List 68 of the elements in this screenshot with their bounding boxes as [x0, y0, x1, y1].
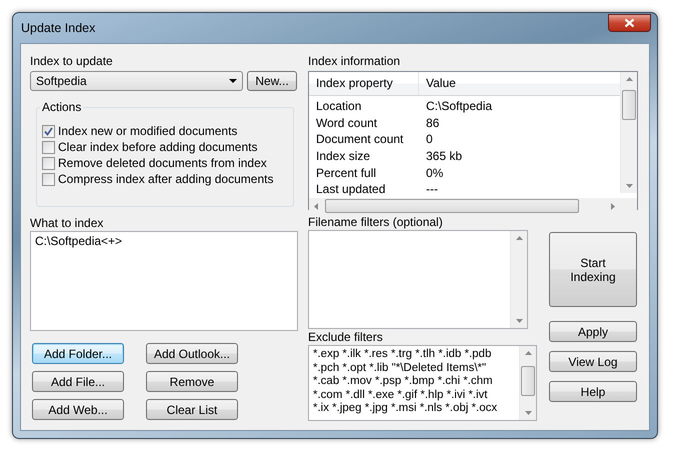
action-button[interactable]: Add File...: [32, 371, 124, 392]
action-button[interactable]: Clear List: [146, 399, 238, 420]
action-button[interactable]: Start Indexing: [549, 232, 637, 307]
table-cell-text: 0%: [425, 164, 444, 182]
action-button[interactable]: Apply: [549, 321, 637, 342]
field-label: Index to update: [30, 54, 114, 69]
checkbox-label: Compress index after adding documents: [58, 172, 274, 186]
up-arrow-icon: [516, 236, 522, 240]
table-cell-text: Document count: [315, 131, 404, 148]
table-cell-text: Word count: [315, 114, 378, 132]
new-button[interactable]: New...: [247, 71, 297, 91]
filter-text: *.ix *.jpeg *.jpg *.msi *.nls *.obj *.ocx: [313, 402, 498, 416]
down-arrow-icon: [524, 411, 532, 415]
checkbox[interactable]: [42, 124, 55, 138]
vertical-scrollbar[interactable]: [519, 346, 536, 420]
close-icon: [624, 18, 635, 28]
checkbox-label: Index new or modified documents: [58, 124, 238, 138]
table-cell-text: Index size: [315, 148, 372, 165]
down-arrow-icon: [626, 184, 632, 188]
action-button[interactable]: Add Folder...: [32, 343, 124, 364]
table-cell-text: ---: [425, 181, 438, 198]
action-button[interactable]: Add Outlook...: [146, 343, 238, 364]
vertical-scrollbar[interactable]: [620, 72, 637, 193]
column-header[interactable]: Index property: [309, 72, 419, 95]
table-cell-text: Last updated: [315, 181, 386, 198]
up-arrow-icon: [524, 351, 532, 355]
table-cell-text: C:\Softpedia: [425, 98, 492, 115]
right-arrow-icon: [611, 203, 615, 210]
window-title: Update Index: [20, 21, 96, 35]
action-button[interactable]: Add Web...: [32, 399, 124, 420]
horizontal-scrollbar[interactable]: [309, 198, 620, 216]
scroll-thumb[interactable]: [325, 199, 579, 214]
index-dropdown[interactable]: Softpedia: [30, 71, 243, 91]
field-label: What to index: [30, 216, 104, 231]
checkbox-label: Remove deleted documents from index: [58, 156, 267, 170]
checkbox[interactable]: [42, 156, 55, 170]
table-cell-text: Percent full: [315, 164, 378, 182]
field-label: Index information: [308, 54, 402, 69]
scroll-thumb[interactable]: [521, 366, 535, 396]
left-arrow-icon: [314, 203, 318, 210]
folder-list[interactable]: C:\Softpedia<+>: [30, 231, 298, 331]
up-arrow-icon: [626, 77, 632, 81]
field-label: Exclude filters: [308, 330, 384, 345]
caret-icon: [229, 79, 237, 83]
close-button[interactable]: [608, 14, 651, 32]
filter-text: *.cab *.mov *.psp *.bmp *.chi *.chm: [313, 375, 493, 388]
list-item[interactable]: C:\Softpedia<+>: [35, 235, 122, 248]
checkbox-label: Clear index before adding documents: [58, 140, 258, 154]
table-cell-text: 365 kb: [425, 148, 462, 165]
filter-text: *.com *.dll *.exe *.gif *.hlp *.ivi *.ivt: [313, 388, 488, 402]
table-cell-text: 86: [425, 114, 440, 132]
checkbox[interactable]: [42, 140, 55, 154]
filter-text: *.exp *.ilk *.res *.trg *.tlh *.idb *.pdb: [313, 348, 492, 362]
scroll-thumb[interactable]: [622, 90, 636, 120]
table-cell-text: 0: [425, 131, 433, 148]
column-header[interactable]: Value: [419, 72, 456, 95]
down-arrow-icon: [516, 319, 522, 323]
table-cell-text: Location: [315, 98, 362, 115]
action-button[interactable]: Remove: [146, 371, 238, 392]
vertical-scrollbar[interactable]: [510, 231, 527, 328]
filename-filters-field[interactable]: [308, 230, 528, 329]
group-label: Actions: [40, 100, 84, 114]
action-button[interactable]: Help: [549, 381, 637, 402]
checkbox[interactable]: [42, 172, 55, 186]
field-label: Filename filters (optional): [308, 215, 444, 230]
exclude-filters-field[interactable]: *.exp *.ilk *.res *.trg *.tlh *.idb *.pdb *.pch *.opt *.lib "*\Deleted Items\*" *.cab *.mov *.psp *.bmp *.chi *.chm *.com *.dll *.exe *.gif *.hlp *.ivi *.ivt *.ix *.jpeg *.jpg *.msi *.nls *.obj *.ocx: [308, 345, 537, 421]
filter-text: *.pch *.opt *.lib "*\Deleted Items\*": [313, 362, 486, 375]
action-button[interactable]: View Log: [549, 351, 637, 372]
